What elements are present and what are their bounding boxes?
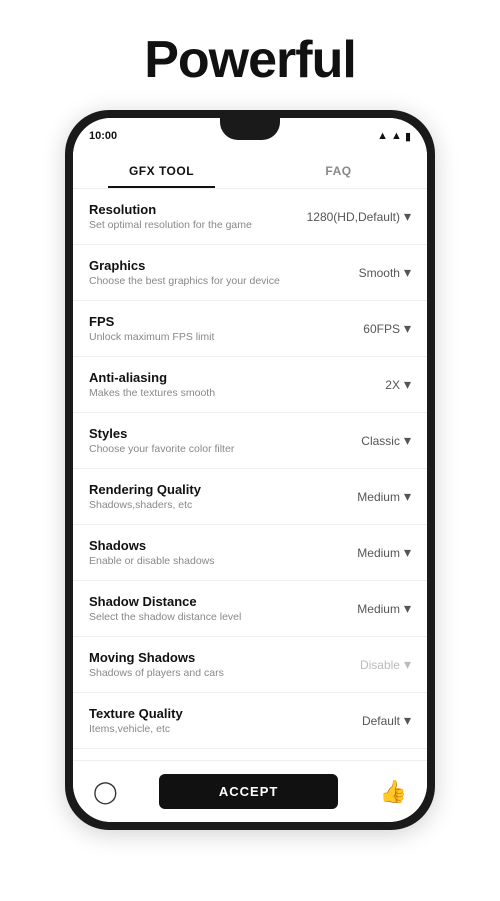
instagram-icon[interactable]: ◯ [93,779,118,805]
setting-value-fps: 60FPS ▾ [363,320,411,337]
dropdown-arrow-icon-styles[interactable]: ▾ [404,432,411,449]
thumbsup-icon[interactable]: 👍 [380,779,407,805]
setting-desc-rendering-quality: Shadows,shaders, etc [89,499,357,511]
status-icons: ▲ ▲ ▮ [377,130,411,143]
setting-row-anti-aliasing[interactable]: Anti-aliasing Makes the textures smooth2X… [73,357,427,413]
setting-info-fps: FPS Unlock maximum FPS limit [89,314,363,343]
setting-value-text-graphics: Smooth [359,266,400,280]
setting-row-moving-shadows[interactable]: Moving Shadows Shadows of players and car… [73,637,427,693]
notch [220,118,280,140]
settings-list: Resolution Set optimal resolution for the… [73,189,427,760]
tab-faq[interactable]: FAQ [250,154,427,188]
phone-frame: 10:00 ▲ ▲ ▮ GFX TOOL FAQ Resolution Set o… [65,110,435,830]
signal-icon: ▲ [391,130,402,142]
setting-desc-resolution: Set optimal resolution for the game [89,219,307,231]
setting-desc-anti-aliasing: Makes the textures smooth [89,387,385,399]
bottom-bar: ◯ ACCEPT 👍 [73,760,427,822]
setting-value-text-resolution: 1280(HD,Default) [307,210,400,224]
setting-row-graphics[interactable]: Graphics Choose the best graphics for you… [73,245,427,301]
battery-icon: ▮ [405,130,411,143]
setting-title-fps: FPS [89,314,363,329]
dropdown-arrow-icon-shadows[interactable]: ▾ [404,544,411,561]
setting-value-text-rendering-quality: Medium [357,490,400,504]
dropdown-arrow-icon-fps[interactable]: ▾ [404,320,411,337]
setting-title-shadow-distance: Shadow Distance [89,594,357,609]
setting-info-anti-aliasing: Anti-aliasing Makes the textures smooth [89,370,385,399]
setting-value-text-moving-shadows: Disable [360,658,400,672]
setting-row-shadow-distance[interactable]: Shadow Distance Select the shadow distanc… [73,581,427,637]
setting-value-text-fps: 60FPS [363,322,400,336]
setting-row-texture-quality[interactable]: Texture Quality Items,vehicle, etcDefault… [73,693,427,749]
setting-value-text-shadows: Medium [357,546,400,560]
setting-row-rendering-quality[interactable]: Rendering Quality Shadows,shaders, etcMed… [73,469,427,525]
setting-title-rendering-quality: Rendering Quality [89,482,357,497]
setting-desc-texture-quality: Items,vehicle, etc [89,723,362,735]
wifi-icon: ▲ [377,130,388,142]
dropdown-arrow-icon-graphics[interactable]: ▾ [404,264,411,281]
setting-value-text-styles: Classic [361,434,400,448]
dropdown-arrow-icon-anti-aliasing[interactable]: ▾ [404,376,411,393]
tabs-bar: GFX TOOL FAQ [73,154,427,189]
setting-desc-fps: Unlock maximum FPS limit [89,331,363,343]
setting-info-rendering-quality: Rendering Quality Shadows,shaders, etc [89,482,357,511]
setting-value-rendering-quality: Medium ▾ [357,488,411,505]
setting-info-moving-shadows: Moving Shadows Shadows of players and car… [89,650,360,679]
dropdown-arrow-icon-texture-quality[interactable]: ▾ [404,712,411,729]
status-time: 10:00 [89,130,117,142]
setting-title-styles: Styles [89,426,361,441]
phone-inner: 10:00 ▲ ▲ ▮ GFX TOOL FAQ Resolution Set o… [73,118,427,822]
setting-title-anti-aliasing: Anti-aliasing [89,370,385,385]
setting-value-styles: Classic ▾ [361,432,411,449]
setting-title-texture-quality: Texture Quality [89,706,362,721]
setting-value-moving-shadows: Disable ▾ [360,656,411,673]
setting-value-graphics: Smooth ▾ [359,264,411,281]
dropdown-arrow-icon-rendering-quality[interactable]: ▾ [404,488,411,505]
setting-desc-graphics: Choose the best graphics for your device [89,275,359,287]
setting-value-shadow-distance: Medium ▾ [357,600,411,617]
setting-info-shadow-distance: Shadow Distance Select the shadow distanc… [89,594,357,623]
setting-value-shadows: Medium ▾ [357,544,411,561]
setting-value-text-shadow-distance: Medium [357,602,400,616]
setting-info-styles: Styles Choose your favorite color filter [89,426,361,455]
setting-value-text-texture-quality: Default [362,714,400,728]
dropdown-arrow-icon-resolution[interactable]: ▾ [404,208,411,225]
status-bar: 10:00 ▲ ▲ ▮ [73,118,427,154]
setting-title-shadows: Shadows [89,538,357,553]
setting-row-shadows[interactable]: Shadows Enable or disable shadowsMedium ▾ [73,525,427,581]
setting-row-styles[interactable]: Styles Choose your favorite color filterC… [73,413,427,469]
setting-row-fps[interactable]: FPS Unlock maximum FPS limit60FPS ▾ [73,301,427,357]
setting-row-effects-quality[interactable]: Effects QualitySparks, explosions, fire,… [73,749,427,760]
setting-desc-shadows: Enable or disable shadows [89,555,357,567]
setting-title-resolution: Resolution [89,202,307,217]
setting-info-resolution: Resolution Set optimal resolution for the… [89,202,307,231]
dropdown-arrow-icon-moving-shadows[interactable]: ▾ [404,656,411,673]
accept-button[interactable]: ACCEPT [159,774,338,809]
page-title: Powerful [144,30,356,90]
setting-row-resolution[interactable]: Resolution Set optimal resolution for the… [73,189,427,245]
setting-info-texture-quality: Texture Quality Items,vehicle, etc [89,706,362,735]
setting-title-moving-shadows: Moving Shadows [89,650,360,665]
setting-info-shadows: Shadows Enable or disable shadows [89,538,357,567]
setting-value-anti-aliasing: 2X ▾ [385,376,411,393]
setting-desc-styles: Choose your favorite color filter [89,443,361,455]
setting-value-text-anti-aliasing: 2X [385,378,400,392]
dropdown-arrow-icon-shadow-distance[interactable]: ▾ [404,600,411,617]
setting-title-graphics: Graphics [89,258,359,273]
setting-value-resolution: 1280(HD,Default) ▾ [307,208,411,225]
setting-value-texture-quality: Default ▾ [362,712,411,729]
tab-gfx-tool[interactable]: GFX TOOL [73,154,250,188]
setting-desc-moving-shadows: Shadows of players and cars [89,667,360,679]
setting-desc-shadow-distance: Select the shadow distance level [89,611,357,623]
setting-info-graphics: Graphics Choose the best graphics for you… [89,258,359,287]
